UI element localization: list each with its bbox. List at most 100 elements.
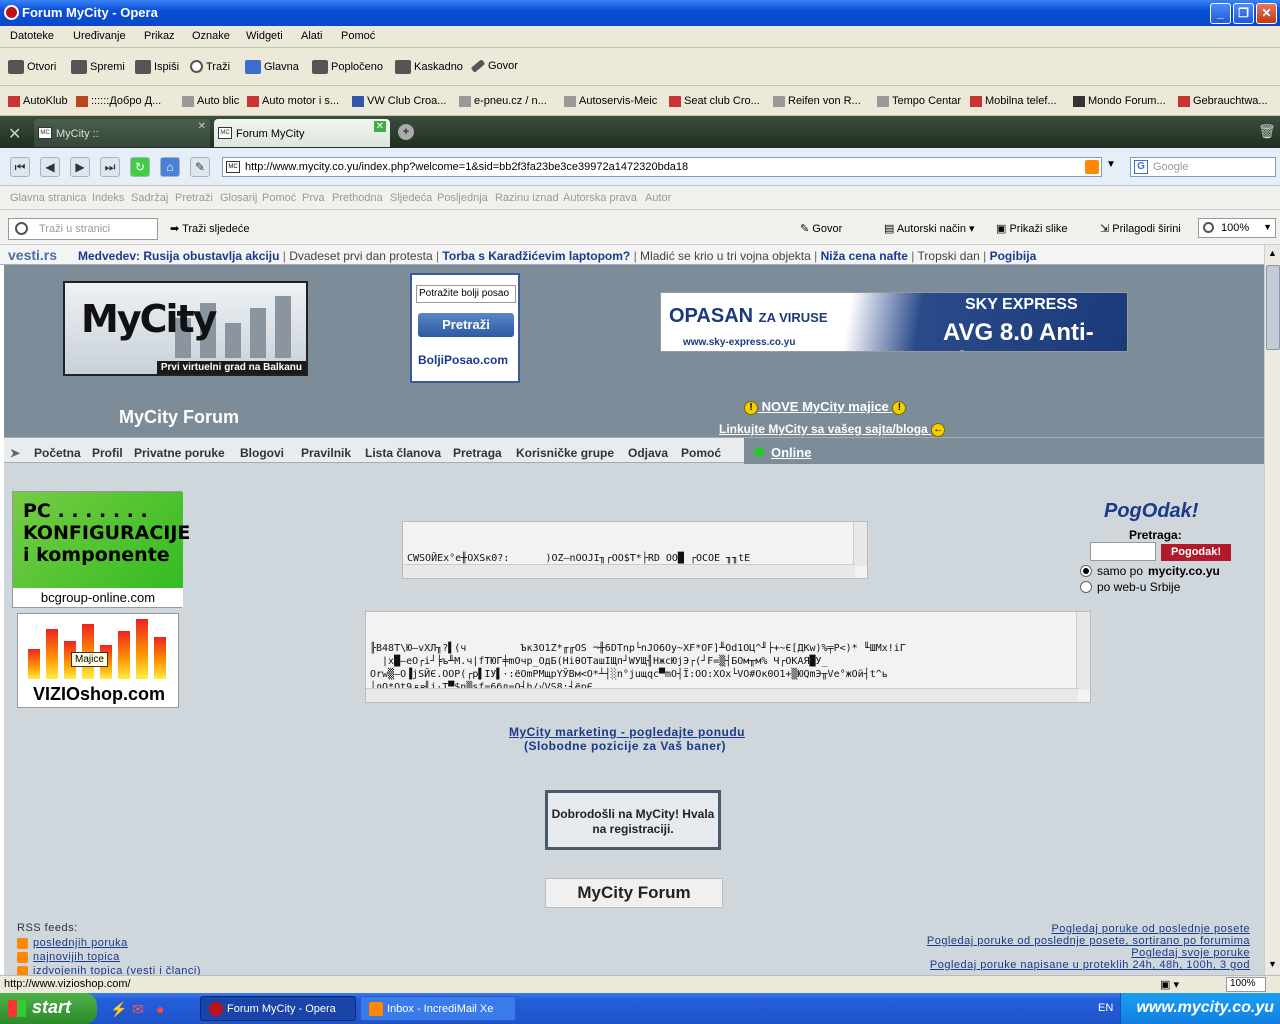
zoom-select[interactable]: 100% ▼ [1198,218,1276,238]
task-opera[interactable]: Forum MyCity - Opera [200,996,356,1021]
rss-icon[interactable] [1085,160,1099,174]
menu-uredivanje[interactable]: Uređivanje [73,30,126,42]
opera-icon[interactable]: ● [156,1001,164,1017]
url-dropdown-icon[interactable]: ▼ [1106,159,1116,170]
bookmark-item[interactable]: e-pneu.cz / n... [459,95,547,107]
nav-link[interactable]: Glavna stranica [10,192,86,204]
voice-button[interactable]: ✎ Govor [800,222,842,235]
scroll-marquee-box[interactable]: ╟B48T\Ю–vXЛ╖?▌(ч ЪкЗО1Z*╓╓OS ¬╫6DTnp└nJО… [365,611,1091,703]
mail-icon[interactable]: ✉ [132,1001,144,1018]
radio-web-srbije[interactable]: po web-u Srbije [1080,580,1180,594]
pc-konfiguracije-ad[interactable]: PC . . . . . . . KONFIGURACIJE i kompone… [12,491,190,608]
rss-link[interactable]: najnovijih topica [17,951,120,963]
menu-datoteke[interactable]: Datoteke [10,30,54,42]
search-engine-input[interactable]: G Google [1130,157,1276,177]
fast-forward-button[interactable]: ⏭ [100,157,120,177]
nav-link[interactable]: Autorska prava [563,192,637,204]
status-zoom[interactable]: 100% [1226,977,1266,992]
fit-width-button[interactable]: ⇲ Prilagodi širini [1100,222,1181,235]
linkujte-link[interactable]: Linkujte MyCity sa vašeg sajta/bloga ← [719,422,946,437]
minimize-button[interactable]: _ [1210,3,1231,24]
menu-alati[interactable]: Alati [301,30,322,42]
online-link[interactable]: Online [771,445,811,460]
nav-link[interactable]: Prva [302,192,325,204]
language-indicator[interactable]: EN [1098,1002,1113,1014]
bookmark-item[interactable]: Autoservis-Meic [564,95,657,107]
forward-button[interactable]: ▶ [70,157,90,177]
pogodak-button[interactable]: Pogodak! [1161,544,1231,561]
save-button[interactable]: Spremi [71,60,125,74]
find-in-page-input[interactable]: Traži u stranici [8,218,158,240]
new-tab-button[interactable]: + [398,124,414,140]
search-button[interactable]: Traži [190,60,230,73]
nav-odjava[interactable]: Odjava [628,446,668,460]
scroll-up-icon[interactable]: ▲ [1268,248,1277,258]
view-posts-link[interactable]: Pogledaj poruke od poslednje posete [1051,923,1250,935]
back-button[interactable]: ◀ [40,157,60,177]
job-search-ad[interactable]: Potražite bolji posao Pretraži BoljiPosa… [410,273,520,383]
vesti-logo[interactable]: vesti.rs [8,247,57,263]
bookmark-item[interactable]: AutoKlub [8,95,68,107]
task-incredimail[interactable]: Inbox - IncrediMail Xe [360,996,516,1021]
menu-prikaz[interactable]: Prikaz [144,30,175,42]
ticker-item[interactable]: Medvedev: Rusija obustavlja akciju [78,249,279,263]
scrollbar[interactable] [853,522,867,566]
marketing-link[interactable]: MyCity marketing - pogledajte ponudu [509,725,745,739]
ticker-item[interactable]: Torba s Karadžićevim laptopom? [442,249,630,263]
open-button[interactable]: Otvori [8,60,56,74]
bookmark-item[interactable]: Seat club Cro... [669,95,760,107]
nav-link[interactable]: Autor [645,192,671,204]
scroll-down-icon[interactable]: ▼ [1268,959,1277,969]
find-next-button[interactable]: ➡ Traži sljedeće [170,222,250,235]
nav-link[interactable]: Sadržaj [131,192,168,204]
nav-pravilnik[interactable]: Pravilnik [301,446,351,460]
nav-blogovi[interactable]: Blogovi [240,446,284,460]
nav-link[interactable]: Razinu iznad [495,192,559,204]
close-button[interactable]: ✕ [1256,3,1277,24]
panel-toggle-icon[interactable]: ✕ [8,124,21,144]
vizioshop-ad[interactable]: Majice VIZIOshop.com [17,613,179,708]
edit-button[interactable]: ✎ [190,157,210,177]
forum-button[interactable]: MyCity Forum [545,878,723,908]
banner-positions-link[interactable]: (Slobodne pozicije za Vaš baner) [524,739,726,753]
job-search-input[interactable]: Potražite bolji posao [416,285,516,303]
nav-link[interactable]: Glosarij [220,192,257,204]
quicklaunch-icon[interactable]: ⚡ [110,1001,127,1018]
page-scrollbar[interactable]: ▲ ▼ [1264,245,1280,975]
reload-button[interactable]: ↻ [130,157,150,177]
nav-profil[interactable]: Profil [92,446,123,460]
nav-pomoc[interactable]: Pomoć [681,446,721,460]
bookmark-item[interactable]: Reifen von R... [773,95,861,107]
nav-lista-clanova[interactable]: Lista članova [365,446,441,460]
scrollbar[interactable] [403,564,855,578]
rss-link[interactable]: izdvojenih topica (vesti i članci) [17,965,201,975]
tile-button[interactable]: Popločeno [312,60,383,74]
tab-close-icon[interactable]: ✕ [373,121,386,132]
avg-banner-ad[interactable]: OPASAN ZA VIRUSE www.sky-express.co.yu S… [660,292,1128,352]
job-search-button[interactable]: Pretraži [418,313,514,337]
nav-pretraga[interactable]: Pretraga [453,446,502,460]
nav-link[interactable]: Prethodna [332,192,383,204]
bookmark-item[interactable]: Mondo Forum... [1073,95,1166,107]
pogodak-input[interactable] [1090,542,1156,561]
ticker-item[interactable]: Mladić se krio u tri vojna objekta [640,249,811,263]
scrollbar[interactable] [1076,612,1090,690]
bookmark-item[interactable]: Mobilna telef... [970,95,1057,107]
maximize-button[interactable]: ❐ [1233,3,1254,24]
url-input[interactable]: MC http://www.mycity.co.yu/index.php?wel… [222,157,1102,177]
view-posts-link[interactable]: Pogledaj svoje poruke [1131,947,1250,959]
trash-icon[interactable]: 🗑 [1258,123,1276,140]
nav-link[interactable]: Posljednja [437,192,488,204]
show-images-button[interactable]: ▣ Prikaži slike [996,222,1068,235]
nove-majice-link[interactable]: ! NOVE MyCity majice ! [744,399,907,415]
nav-link[interactable]: Pomoć [262,192,296,204]
cascade-button[interactable]: Kaskadno [395,60,463,74]
ticker-item[interactable]: Dvadeset prvi dan protesta [289,249,432,263]
nav-korisnicke-grupe[interactable]: Korisničke grupe [516,446,614,460]
view-posts-link[interactable]: Pogledaj poruke napisane u proteklih 24h… [930,959,1250,971]
bookmark-item[interactable]: Tempo Centar [877,95,961,107]
menu-oznake[interactable]: Oznake [192,30,230,42]
author-mode-button[interactable]: ▤ Autorski način ▾ [884,222,975,235]
bookmark-item[interactable]: Auto blic [182,95,239,107]
ticker-item[interactable]: Pogibija [990,249,1037,263]
